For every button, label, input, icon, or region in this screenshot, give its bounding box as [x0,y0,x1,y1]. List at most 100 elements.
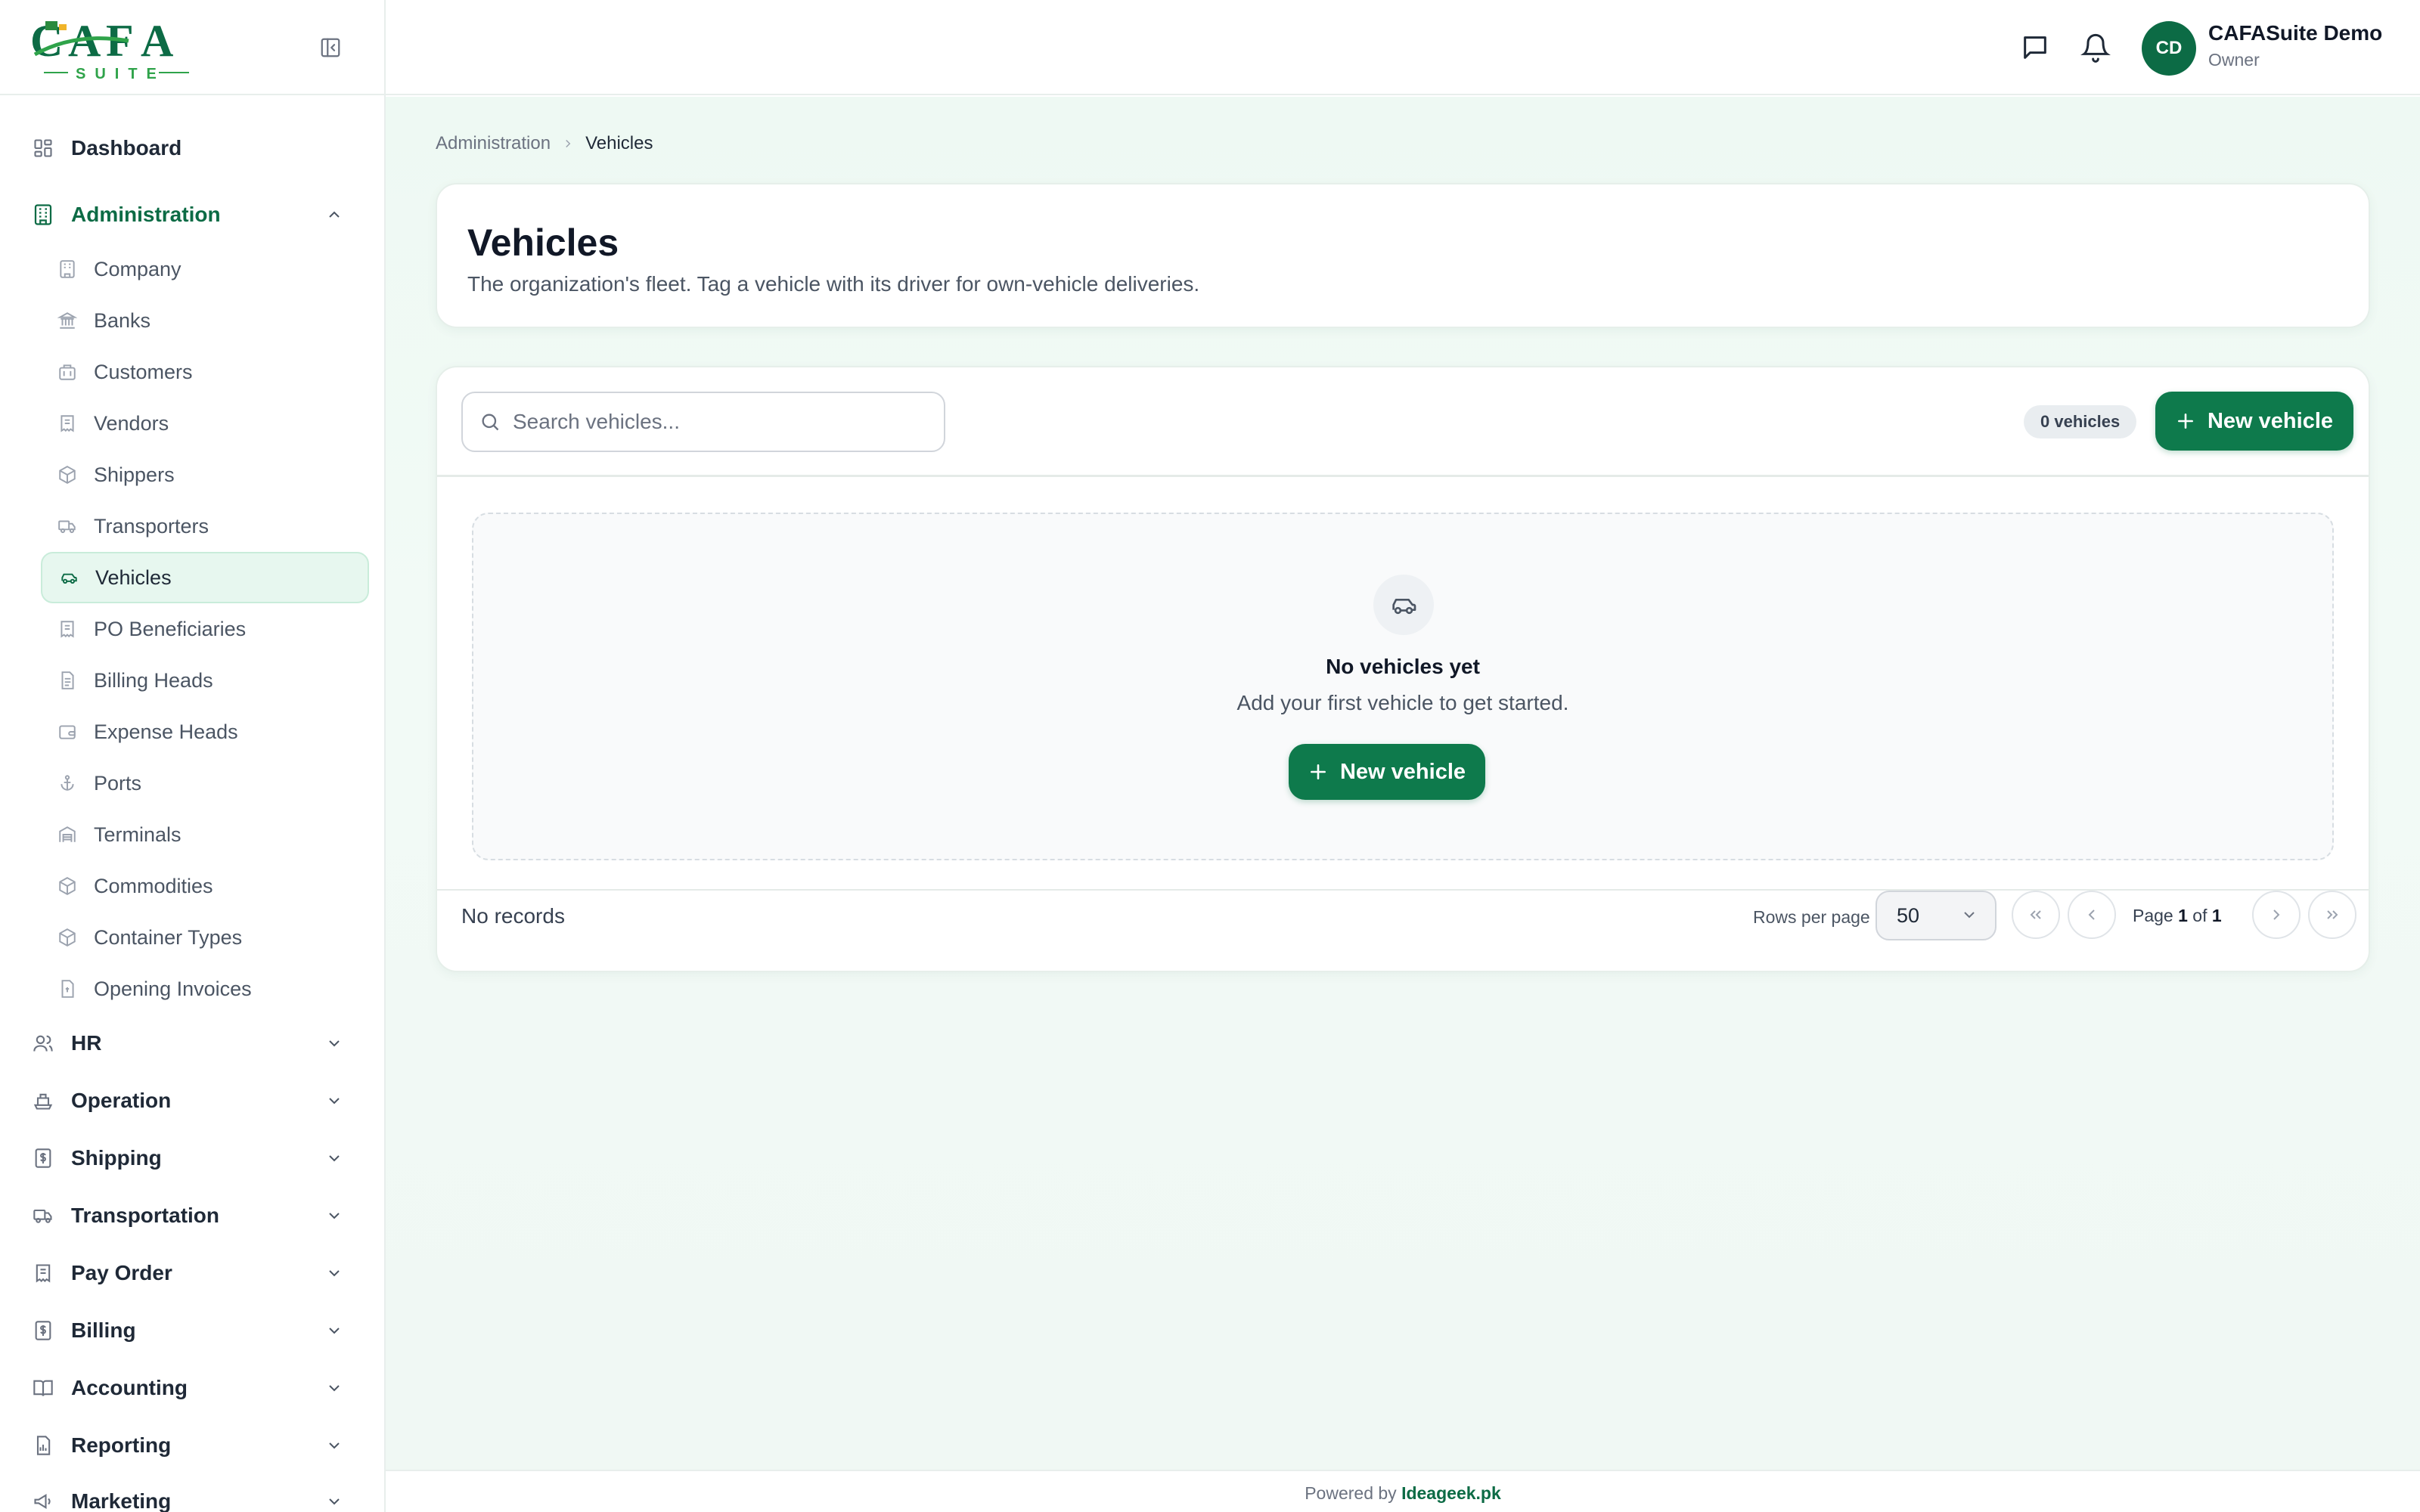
truck-icon [56,515,79,538]
ideageek-link[interactable]: Ideageek.pk [1401,1483,1501,1503]
top-header [386,0,2420,95]
sidebar-item-banks[interactable]: Banks [41,295,369,346]
collapse-sidebar-button[interactable] [318,35,343,60]
dollar-document-icon [30,1318,56,1343]
chevrons-right-icon [2323,906,2341,924]
sidebar-group-operation[interactable]: Operation [30,1072,355,1129]
sidebar-group-label: Accounting [71,1376,188,1399]
sidebar: C A F A SUITE Dashboard Administration C… [0,0,386,1512]
sidebar-item-shippers[interactable]: Shippers [41,449,369,500]
chart-document-icon [30,1433,56,1458]
user-role: Owner [2208,50,2260,70]
sidebar-item-label: Transporters [94,514,209,538]
search-icon [478,410,502,434]
previous-page-button[interactable] [2068,891,2116,939]
page-header-card: Vehicles The organization's fleet. Tag a… [436,183,2370,328]
sidebar-item-label: Customers [94,360,193,383]
messages-icon[interactable] [2018,30,2052,65]
sidebar-item-po-beneficiaries[interactable]: PO Beneficiaries [41,603,369,655]
sidebar-item-commodities[interactable]: Commodities [41,860,369,912]
sidebar-item-billing-heads[interactable]: Billing Heads [41,655,369,706]
empty-state-subtitle: Add your first vehicle to get started. [1236,691,1569,714]
sidebar-group-label: Operation [71,1089,172,1112]
svg-text:A: A [141,17,173,66]
main-content: Administration Vehicles Vehicles The org… [386,97,2420,1470]
page-title: Vehicles [467,222,619,264]
package-icon [56,463,79,486]
chevron-right-icon [2267,906,2285,924]
ship-icon [30,1088,56,1114]
sidebar-group-hr[interactable]: HR [30,1015,355,1072]
sidebar-group-accounting[interactable]: Accounting [30,1359,355,1417]
page-indicator: Page 1 of 1 [2133,906,2222,926]
sidebar-item-ports[interactable]: Ports [41,758,369,809]
next-page-button[interactable] [2252,891,2301,939]
sidebar-group-transportation[interactable]: Transportation [30,1187,355,1244]
sidebar-item-company[interactable]: Company [41,243,369,295]
cafa-suite-logo[interactable]: C A F A SUITE [30,17,197,80]
sidebar-item-customers[interactable]: Customers [41,346,369,398]
new-vehicle-button[interactable]: New vehicle [2155,392,2353,451]
chevron-down-icon [321,1317,348,1344]
sidebar-group-label: Billing [71,1318,136,1342]
first-page-button[interactable] [2012,891,2060,939]
rows-per-page-label: Rows per page [1753,907,1870,927]
chevron-down-icon [321,1259,348,1287]
empty-state-new-vehicle-button[interactable]: New vehicle [1289,744,1485,800]
box-icon [56,875,79,897]
breadcrumb: Administration Vehicles [436,133,653,154]
car-icon [57,566,80,589]
sidebar-item-terminals[interactable]: Terminals [41,809,369,860]
truck-icon [30,1203,56,1228]
chevron-right-icon [561,137,575,150]
sidebar-item-label: Container Types [94,925,243,949]
vehicle-count-badge: 0 vehicles [2024,405,2137,438]
sidebar-group-billing[interactable]: Billing [30,1302,355,1359]
sidebar-group-marketing[interactable]: Marketing [30,1473,355,1512]
breadcrumb-current: Vehicles [585,133,653,153]
sidebar-group-pay-order[interactable]: Pay Order [30,1244,355,1302]
building-icon [56,258,79,280]
sidebar-item-vendors[interactable]: Vendors [41,398,369,449]
chevron-left-icon [2083,906,2101,924]
rows-per-page-value: 50 [1897,903,1920,927]
vehicles-table-card: 0 vehicles New vehicle No vehicles yet A… [436,366,2370,972]
rows-per-page-select[interactable]: 50 [1876,891,1996,940]
sidebar-item-opening-invoices[interactable]: Opening Invoices [41,963,369,1015]
sidebar-item-expense-heads[interactable]: Expense Heads [41,706,369,758]
empty-state-button-label: New vehicle [1339,759,1466,784]
invoice-icon [56,978,79,1000]
chevron-down-icon [321,1087,348,1114]
chevrons-left-icon [2027,906,2045,924]
bell-icon[interactable] [2078,30,2113,65]
sidebar-item-container-types[interactable]: Container Types [41,912,369,963]
sidebar-item-vehicles[interactable]: Vehicles [41,552,369,603]
sidebar-item-label: PO Beneficiaries [94,617,247,640]
briefcase-icon [56,361,79,383]
chevron-down-icon [321,1488,348,1512]
car-icon [1373,575,1434,635]
page-prefix: Page [2133,906,2173,925]
user-name[interactable]: CAFASuite Demo [2208,21,2382,45]
sidebar-group-administration[interactable]: Administration [30,186,355,243]
last-page-button[interactable] [2308,891,2356,939]
sidebar-item-dashboard[interactable]: Dashboard [30,119,355,177]
search-input[interactable] [513,410,936,434]
chevron-down-icon [1960,906,1978,924]
chevron-down-icon [321,1432,348,1459]
sidebar-group-label: Reporting [71,1433,172,1457]
sidebar-item-label: Opening Invoices [94,977,252,1000]
sidebar-item-transporters[interactable]: Transporters [41,500,369,552]
sidebar-group-label: HR [71,1031,102,1055]
records-status: No records [461,904,565,928]
plus-icon [2176,411,2195,431]
search-field[interactable] [461,392,945,452]
sidebar-group-reporting[interactable]: Reporting [30,1417,355,1474]
sidebar-group-shipping[interactable]: Shipping [30,1129,355,1187]
powered-by-text: Powered by [1305,1483,1397,1503]
sidebar-item-label: Shippers [94,463,175,486]
powered-by-footer: Powered by Ideageek.pk [386,1470,2420,1512]
breadcrumb-parent-link[interactable]: Administration [436,133,551,154]
sidebar-item-label: Terminals [94,823,182,846]
avatar[interactable]: CD [2142,21,2196,76]
